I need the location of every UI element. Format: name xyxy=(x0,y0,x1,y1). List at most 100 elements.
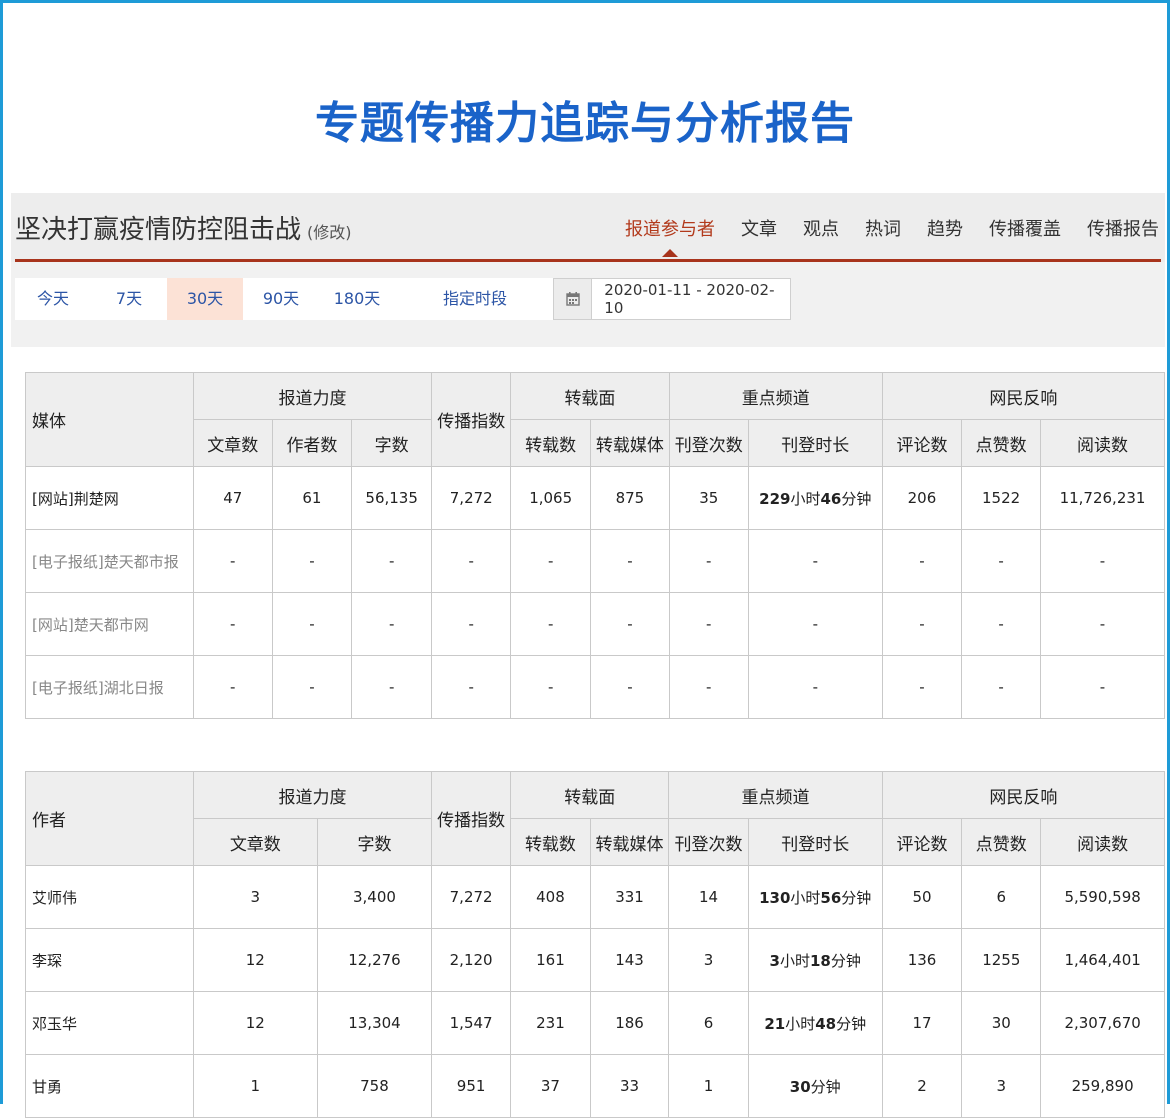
nav-tab-label: 热词 xyxy=(865,219,901,240)
nav-tab-3[interactable]: 热词 xyxy=(865,215,901,241)
nav-tab-2[interactable]: 观点 xyxy=(803,215,839,241)
col-articles[interactable]: 文章数 xyxy=(192,818,318,866)
custom-range-option[interactable]: 指定时段 xyxy=(395,278,555,320)
duration-number: 56 xyxy=(820,888,842,907)
cell-placements: - xyxy=(668,529,749,593)
cell-name[interactable]: [网站]楚天都市网 xyxy=(25,592,194,656)
cell-authors: - xyxy=(271,592,353,656)
cell-placements: 35 xyxy=(668,466,749,530)
cell-index: - xyxy=(431,592,512,656)
nav-tab-label: 文章 xyxy=(741,219,777,240)
cell-comments: 2 xyxy=(881,1054,963,1118)
col-placements[interactable]: 刊登次数 xyxy=(668,818,749,866)
cell-reprint-media: 143 xyxy=(589,928,670,992)
duration-unit: 小时 xyxy=(779,951,810,970)
cell-name[interactable]: 邓玉华 xyxy=(25,991,194,1055)
range-option-3[interactable]: 90天 xyxy=(243,278,319,320)
col-likes[interactable]: 点赞数 xyxy=(961,419,1042,467)
col-articles[interactable]: 文章数 xyxy=(192,419,273,467)
cell-name[interactable]: 李琛 xyxy=(25,928,194,992)
date-range-value: 2020-01-11 - 2020-02-10 xyxy=(604,281,775,317)
cell-placements: - xyxy=(668,592,749,656)
nav-tab-label: 传播报告 xyxy=(1087,219,1159,240)
nav-tab-4[interactable]: 趋势 xyxy=(927,215,963,241)
col-likes[interactable]: 点赞数 xyxy=(961,818,1042,866)
cell-placements: 6 xyxy=(668,991,749,1055)
cell-articles: 47 xyxy=(192,466,273,530)
cell-comments: 50 xyxy=(881,865,963,929)
cell-reprints: - xyxy=(510,592,592,656)
nav-tab-label: 趋势 xyxy=(927,219,963,240)
edit-subject-link[interactable]: (修改) xyxy=(307,223,352,242)
cell-comments: - xyxy=(881,655,963,719)
col-reprint-media[interactable]: 转载媒体 xyxy=(590,419,670,467)
cell-reads: 259,890 xyxy=(1040,1054,1165,1118)
col-comments[interactable]: 评论数 xyxy=(881,818,963,866)
duration-number: 46 xyxy=(820,489,842,508)
col-placements[interactable]: 刊登次数 xyxy=(668,419,749,467)
cell-reads: 11,726,231 xyxy=(1040,466,1165,530)
calendar-icon[interactable] xyxy=(554,279,593,319)
nav-tab-label: 报道参与者 xyxy=(625,219,715,240)
cell-name[interactable]: [网站]荆楚网 xyxy=(25,466,194,530)
cell-comments: 136 xyxy=(881,928,963,992)
nav-tab-6[interactable]: 传播报告 xyxy=(1087,215,1159,241)
cell-reprint-media: 33 xyxy=(589,1054,670,1118)
col-reads[interactable]: 阅读数 xyxy=(1040,818,1165,866)
col-comments[interactable]: 评论数 xyxy=(881,419,963,467)
cell-reprints: 37 xyxy=(510,1054,591,1118)
cell-index: 7,272 xyxy=(431,466,512,530)
col-reads[interactable]: 阅读数 xyxy=(1040,419,1165,467)
cell-duration: 21小时48分钟 xyxy=(747,991,883,1055)
col-reprints[interactable]: 转载数 xyxy=(510,818,591,866)
cell-reads: - xyxy=(1040,592,1165,656)
duration-unit: 分钟 xyxy=(830,951,861,970)
cell-reads: 5,590,598 xyxy=(1040,865,1165,929)
cell-authors: 61 xyxy=(271,466,353,530)
cell-comments: - xyxy=(881,529,963,593)
cell-reprints: - xyxy=(510,655,592,719)
duration-unit: 小时 xyxy=(790,489,821,508)
cell-name[interactable]: 甘勇 xyxy=(25,1054,194,1118)
cell-name[interactable]: [电子报纸]楚天都市报 xyxy=(25,529,194,593)
table-row: [网站]楚天都市网 - - - - - - - - - - - xyxy=(25,592,1165,656)
subject-header: 坚决打赢疫情防控阻击战 (修改) 报道参与者 文章 观点 热词 趋势 传播覆盖 传播报告 xyxy=(11,193,1165,262)
table-row: 李琛 12 12,276 2,120 161 143 3 3小时18分钟 136 1255 1,46… xyxy=(25,928,1165,992)
cell-reprint-media: 875 xyxy=(590,466,670,530)
col-group-key-channel: 重点频道 xyxy=(668,372,883,420)
date-range-picker[interactable]: 2020-01-11 - 2020-02-10 xyxy=(553,278,791,320)
col-words[interactable]: 字数 xyxy=(316,818,433,866)
col-duration[interactable]: 刊登时长 xyxy=(747,818,883,866)
cell-reprints: - xyxy=(510,529,592,593)
cell-articles: - xyxy=(192,529,273,593)
range-option-1[interactable]: 7天 xyxy=(91,278,167,320)
col-media: 媒体 xyxy=(25,372,194,467)
col-reprint-media[interactable]: 转载媒体 xyxy=(589,818,670,866)
nav-tab-1[interactable]: 文章 xyxy=(741,215,777,241)
col-authors[interactable]: 作者数 xyxy=(271,419,353,467)
range-option-2[interactable]: 30天 xyxy=(167,278,243,320)
duration-unit: - xyxy=(812,615,818,633)
duration-number: 229 xyxy=(759,489,791,508)
report-title: 专题传播力追踪与分析报告 xyxy=(315,98,855,149)
cell-comments: 17 xyxy=(881,991,963,1055)
nav-tab-0[interactable]: 报道参与者 xyxy=(625,215,715,257)
table-row: [电子报纸]楚天都市报 - - - - - - - - - - - xyxy=(25,529,1165,593)
cell-name[interactable]: [电子报纸]湖北日报 xyxy=(25,655,194,719)
subject-title: 坚决打赢疫情防控阻击战 xyxy=(15,215,302,245)
cell-likes: 1255 xyxy=(961,928,1042,992)
nav-tab-5[interactable]: 传播覆盖 xyxy=(989,215,1061,241)
duration-number: 30 xyxy=(789,1077,811,1096)
col-index: 传播指数 xyxy=(431,372,512,467)
col-group-reaction: 网民反响 xyxy=(881,372,1166,420)
cell-articles: 3 xyxy=(192,865,318,929)
col-words[interactable]: 字数 xyxy=(351,419,433,467)
nav-tab-label: 传播覆盖 xyxy=(989,219,1061,240)
range-option-4[interactable]: 180天 xyxy=(319,278,395,320)
table-row: 邓玉华 12 13,304 1,547 231 186 6 21小时48分钟 17 30 2,307… xyxy=(25,991,1165,1055)
col-reprints[interactable]: 转载数 xyxy=(510,419,592,467)
cell-index: 2,120 xyxy=(431,928,512,992)
cell-name[interactable]: 艾师伟 xyxy=(25,865,194,929)
range-option-0[interactable]: 今天 xyxy=(15,278,91,320)
col-duration[interactable]: 刊登时长 xyxy=(747,419,883,467)
